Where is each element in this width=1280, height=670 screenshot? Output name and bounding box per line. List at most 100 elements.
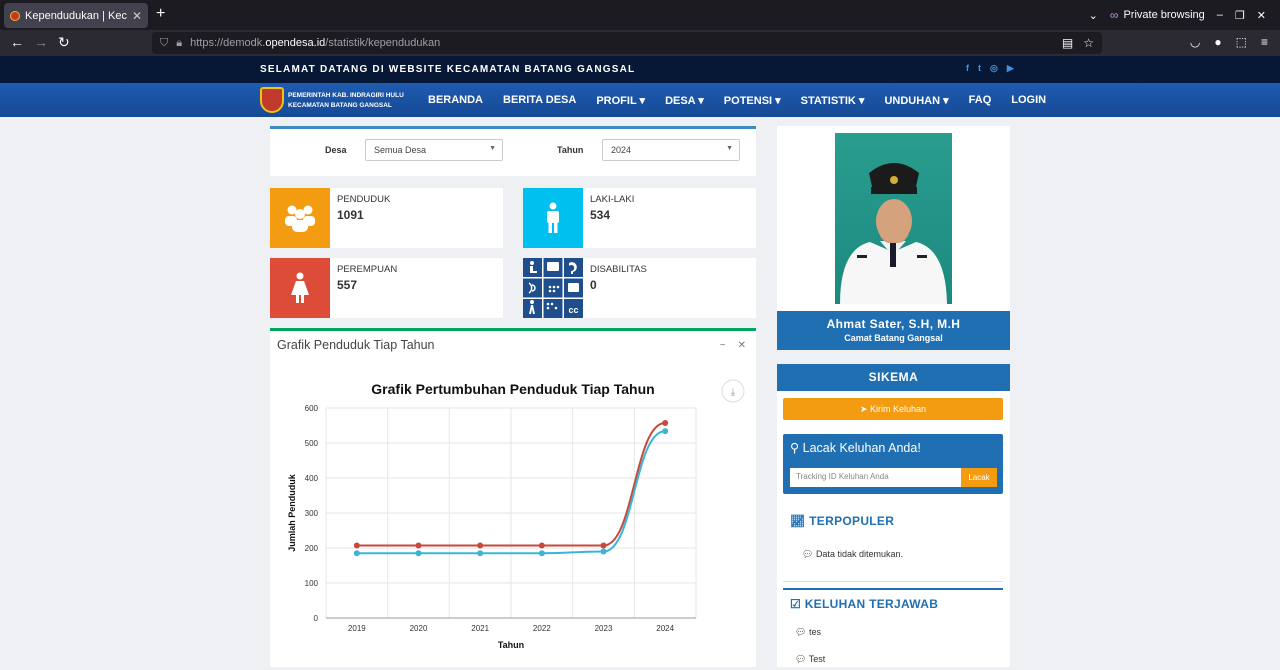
kirim-keluhan-label: Kirim Keluhan xyxy=(870,404,927,414)
stat-penduduk: PENDUDUK 1091 xyxy=(270,188,503,248)
desa-label: Desa xyxy=(325,145,347,155)
browser-tab[interactable]: Kependudukan | Kecamatan Batang Gangsal … xyxy=(4,3,148,28)
data-point xyxy=(538,542,545,549)
forward-icon[interactable]: → xyxy=(34,34,48,50)
menu-profil[interactable]: PROFIL ▾ xyxy=(596,94,645,107)
lock-icon[interactable]: 🔒︎ xyxy=(176,37,182,50)
camat-role: Camat Batang Gangsal xyxy=(844,333,943,343)
youtube-icon[interactable]: ▶ xyxy=(1007,63,1014,74)
extensions-icon[interactable]: ⬚ xyxy=(1236,35,1247,49)
private-mask-icon: ∞ xyxy=(1109,8,1119,22)
data-point xyxy=(415,542,422,549)
site-logo[interactable] xyxy=(260,87,284,113)
y-axis-label: Jumlah Penduduk xyxy=(287,473,297,552)
y-tick-label: 600 xyxy=(305,404,319,413)
twitter-icon[interactable]: t xyxy=(978,63,981,74)
close-tab-icon[interactable]: ✕ xyxy=(132,9,142,23)
browser-nav-bar: ← → ↻ ⛉ 🔒︎ https://demodk.opendesa.id/st… xyxy=(0,30,1280,56)
list-tabs-icon[interactable]: ⌄ xyxy=(1089,9,1098,22)
list-item[interactable]: 💬︎ Test xyxy=(795,654,825,665)
site-brand[interactable]: PEMERINTAH KAB. INDRAGIRI HULU KECAMATAN… xyxy=(288,91,404,111)
menu-beranda[interactable]: BERANDA xyxy=(428,94,483,106)
reader-view-icon[interactable]: ▤ xyxy=(1062,36,1073,50)
restore-icon[interactable]: ❐ xyxy=(1235,9,1245,22)
instagram-icon[interactable]: ◎ xyxy=(990,63,998,74)
stat-value: 0 xyxy=(590,278,597,292)
stat-label: DISABILITAS xyxy=(590,264,647,275)
chart-box-title: Grafik Penduduk Tiap Tahun xyxy=(277,338,435,352)
profile-icon[interactable]: ● xyxy=(1214,35,1221,49)
y-tick-label: 100 xyxy=(305,579,319,588)
terjawab-title: ☑ KELUHAN TERJAWAB xyxy=(790,597,939,611)
data-point xyxy=(662,420,669,427)
profile-card: Ahmat Sater, S.H, M.H Camat Batang Gangs… xyxy=(777,126,1010,350)
terpopuler-title: 📈︎ TERPOPULER xyxy=(790,514,895,528)
search-icon: ⚲ xyxy=(790,441,803,455)
camat-name: Ahmat Sater, S.H, M.H xyxy=(826,317,961,331)
male-icon xyxy=(523,188,583,248)
y-tick-label: 300 xyxy=(305,509,319,518)
menu-desa[interactable]: DESA ▾ xyxy=(665,94,704,107)
list-item: 💬︎ Data tidak ditemukan. xyxy=(802,549,903,559)
browser-tab-bar: Kependudukan | Kecamatan Batang Gangsal … xyxy=(0,0,1280,30)
close-icon[interactable]: ✕ xyxy=(738,340,746,351)
list-item[interactable]: 💬︎ tes xyxy=(795,627,821,638)
stat-value: 557 xyxy=(337,278,358,292)
data-point xyxy=(538,550,545,557)
bookmark-star-icon[interactable]: ☆ xyxy=(1083,36,1094,50)
minimize-icon[interactable]: – xyxy=(1217,9,1223,21)
private-browsing-label: Private browsing xyxy=(1123,9,1205,21)
brand-line-2: KECAMATAN BATANG GANGSAL xyxy=(288,102,392,109)
private-browsing-indicator: ∞ Private browsing xyxy=(1110,8,1205,22)
data-point xyxy=(353,542,360,549)
menu-login[interactable]: LOGIN xyxy=(1011,94,1046,106)
stat-label: LAKI-LAKI xyxy=(590,194,635,205)
menu-items: BERANDA BERITA DESA PROFIL ▾ DESA ▾ POTE… xyxy=(428,83,1046,117)
main-nav: PEMERINTAH KAB. INDRAGIRI HULU KECAMATAN… xyxy=(0,83,1280,117)
menu-berita-desa[interactable]: BERITA DESA xyxy=(503,94,576,106)
menu-unduhan[interactable]: UNDUHAN ▾ xyxy=(884,94,948,107)
lacak-title: ⚲ Lacak Keluhan Anda! xyxy=(790,441,921,455)
profile-namebar: Ahmat Sater, S.H, M.H Camat Batang Gangs… xyxy=(777,311,1010,350)
x-axis-label: Tahun xyxy=(498,640,524,650)
back-icon[interactable]: ← xyxy=(10,34,24,50)
y-tick-label: 200 xyxy=(305,544,319,553)
stat-disabilitas: cc DISABILITAS 0 xyxy=(523,258,756,318)
data-point xyxy=(353,550,360,557)
data-point xyxy=(662,428,669,435)
menu-icon[interactable]: ≡ xyxy=(1261,35,1268,49)
population-chart: Grafik Pertumbuhan Penduduk Tiap Tahun ⤓ 0… xyxy=(287,379,745,650)
x-tick-label: 2022 xyxy=(533,624,551,633)
keluhan-terjawab-card: ☑ KELUHAN TERJAWAB 💬︎ tes 💬︎ Test xyxy=(783,588,1003,667)
reload-icon[interactable]: ↻ xyxy=(58,34,70,51)
menu-potensi[interactable]: POTENSI ▾ xyxy=(724,94,781,107)
sikema-header: SIKEMA xyxy=(777,364,1010,391)
shield-icon[interactable]: ⛉ xyxy=(160,37,168,50)
kirim-keluhan-button[interactable]: ➤ Kirim Keluhan xyxy=(783,398,1003,420)
comment-icon: 💬︎ xyxy=(795,654,809,664)
send-icon: ➤ xyxy=(859,404,870,414)
facebook-icon[interactable]: f xyxy=(966,63,969,74)
url-text: https://demodk.opendesa.id/statistik/kep… xyxy=(190,37,441,49)
download-icon: ⤓ xyxy=(731,387,736,398)
menu-faq[interactable]: FAQ xyxy=(969,94,992,106)
tab-title: Kependudukan | Kecamatan Batang Gangsal xyxy=(25,9,127,22)
new-tab-icon[interactable]: + xyxy=(156,5,165,23)
divider xyxy=(783,581,1003,582)
collapse-icon[interactable]: − xyxy=(720,340,726,351)
menu-statistik[interactable]: STATISTIK ▾ xyxy=(801,94,865,107)
chevron-down-icon: ▼ xyxy=(726,145,733,152)
lacak-button[interactable]: Lacak xyxy=(961,468,997,487)
tracking-id-input[interactable]: Tracking ID Keluhan Anda xyxy=(790,468,961,487)
desa-select[interactable]: Semua Desa ▼ xyxy=(365,139,503,161)
tahun-label: Tahun xyxy=(557,145,584,155)
url-bar[interactable]: ⛉ 🔒︎ https://demodk.opendesa.id/statisti… xyxy=(152,32,1102,54)
desa-select-value: Semua Desa xyxy=(374,145,427,155)
stat-perempuan: PEREMPUAN 557 xyxy=(270,258,503,318)
tahun-select[interactable]: 2024 ▼ xyxy=(602,139,740,161)
x-tick-label: 2019 xyxy=(348,624,366,633)
lacak-keluhan-box: ⚲ Lacak Keluhan Anda! Tracking ID Keluha… xyxy=(783,434,1003,494)
pocket-icon[interactable]: ◡ xyxy=(1190,35,1200,49)
close-window-icon[interactable]: ✕ xyxy=(1257,9,1266,22)
comment-icon: 💬︎ xyxy=(795,627,809,637)
